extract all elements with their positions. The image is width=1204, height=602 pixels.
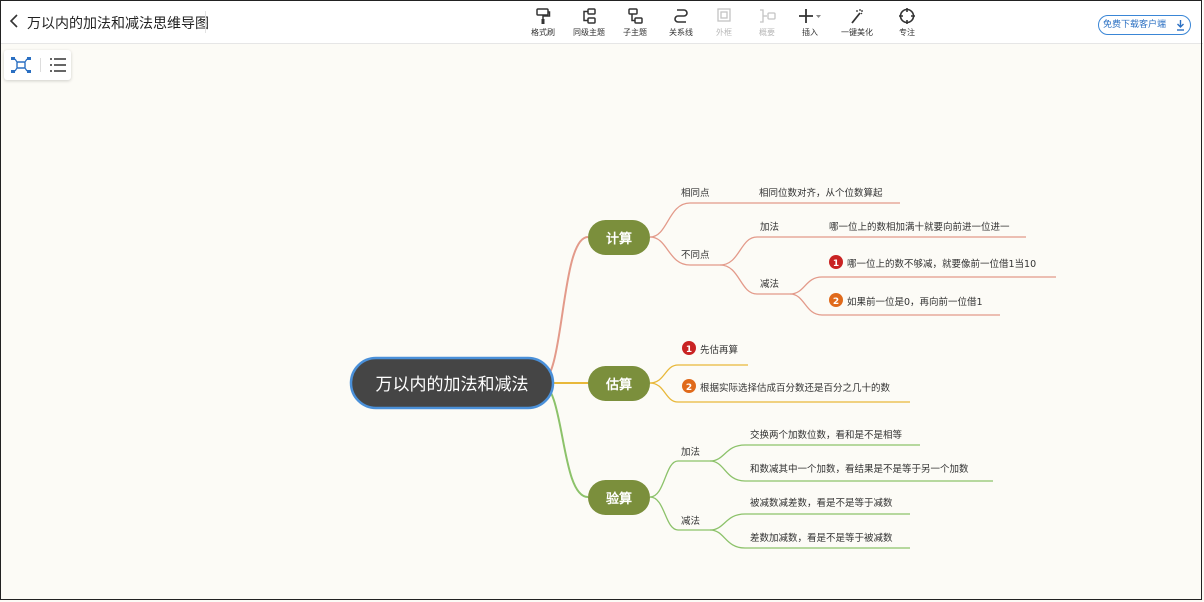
topic-estimate-1[interactable]: 先估再算	[700, 344, 738, 356]
connector-add-1	[709, 444, 920, 462]
branch-gusuan-label: 估算	[605, 377, 632, 393]
priority-1-icon: 1	[829, 255, 843, 269]
branch-yansuan[interactable]: 验算	[588, 480, 650, 515]
connector-yansuan-sub	[649, 496, 710, 531]
topic-check-sub-1[interactable]: 被减数减差数，看是不是等于减数	[750, 497, 893, 509]
connector-diff-sub	[719, 264, 790, 295]
topic-same-point[interactable]: 相同点	[681, 187, 710, 199]
topic-estimate-2[interactable]: 根据实际选择估成百分数还是百分之几十的数	[700, 382, 891, 394]
priority-2-icon: 2	[829, 293, 843, 307]
topic-diff-point[interactable]: 不同点	[681, 250, 710, 261]
topic-check-add-2[interactable]: 和数减其中一个加数，看结果是不是等于另一个加数	[750, 463, 969, 475]
branch-jisuan-label: 计算	[606, 231, 632, 247]
root-topic-label: 万以内的加法和减法	[376, 375, 529, 395]
connector-root-jisuan	[539, 236, 589, 384]
topic-check-add-1[interactable]: 交换两个加数位数，看和是不是相等	[750, 429, 903, 441]
priority-1-icon: 1	[682, 341, 696, 355]
topic-check-sub[interactable]: 减法	[681, 515, 700, 527]
topic-diff-add[interactable]: 加法	[760, 221, 779, 233]
root-topic[interactable]: 万以内的加法和减法	[349, 356, 555, 410]
priority-2-icon: 2	[682, 379, 696, 393]
topic-check-add[interactable]: 加法	[681, 446, 700, 458]
connector-yansuan-add	[649, 460, 710, 498]
topic-sub-desc-2[interactable]: 如果前一位是0，再向前一位借1	[847, 296, 983, 308]
priority-1-label: 1	[686, 345, 692, 355]
mindmap-canvas: 万以内的加法和减法 计算 估算 验算 相同点 相同位数对齐，从个位数算起 不同点…	[349, 187, 1056, 549]
priority-2-label: 2	[686, 383, 692, 393]
connector-jisuan-same	[649, 202, 753, 238]
branch-gusuan[interactable]: 估算	[588, 366, 650, 401]
connector-sub-1	[789, 276, 1056, 295]
topic-same-point-desc[interactable]: 相同位数对齐，从个位数算起	[759, 187, 883, 199]
branch-jisuan[interactable]: 计算	[588, 220, 650, 255]
connector-gusuan-1	[649, 364, 748, 384]
priority-1-label: 1	[833, 259, 839, 269]
priority-2-label: 2	[833, 297, 839, 307]
topic-check-sub-2[interactable]: 差数加减数，看是不是等于被减数	[750, 532, 893, 544]
topic-diff-add-desc[interactable]: 哪一位上的数相加满十就要向前进一位进一	[829, 221, 1010, 233]
topic-diff-sub[interactable]: 减法	[760, 278, 779, 290]
connector-diff-add	[719, 236, 820, 266]
topic-sub-desc-1[interactable]: 哪一位上的数不够减，就要像前一位借1当10	[847, 258, 1036, 270]
connector-sub-check-1	[709, 513, 910, 531]
branch-yansuan-label: 验算	[606, 491, 632, 507]
